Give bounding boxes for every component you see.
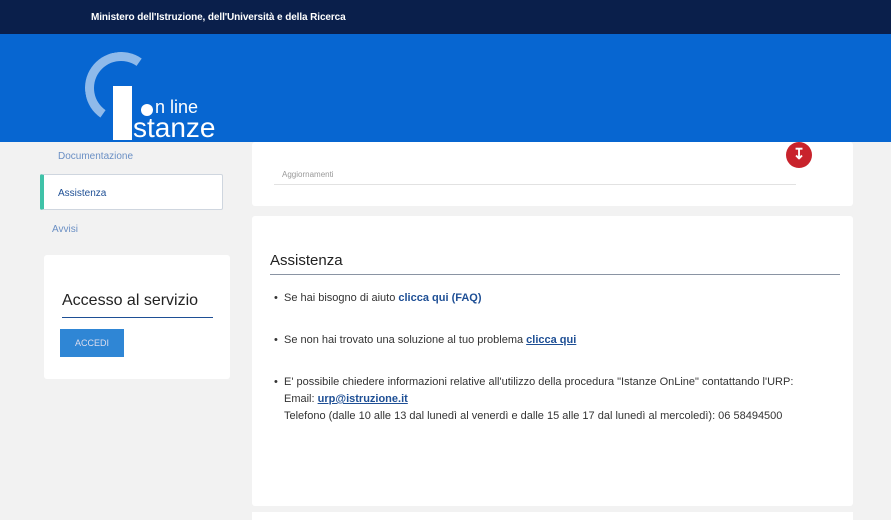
updates-divider [274,184,796,185]
email-row: Email: urp@istruzione.it [284,391,832,408]
bullet-icon: • [274,334,278,346]
sidebar-item-assistenza[interactable]: Assistenza [40,174,223,210]
bullet-icon: • [274,376,278,388]
support-link[interactable]: clicca qui [526,334,576,346]
logo-i-bar [113,86,132,140]
next-card-edge [252,512,853,520]
phone-info: Telefono (dalle 10 alle 13 dal lunedì al… [284,410,783,422]
sidebar-item-avvisi[interactable]: Avvisi [52,224,78,235]
assistenza-divider [270,274,840,275]
updates-card: Aggiornamenti ↧ [252,142,853,206]
list-item: • Se non hai trovato una soluzione al tu… [274,332,576,349]
faq-text: Se hai bisogno di aiuto [284,292,399,304]
assistenza-card: Assistenza • Se hai bisogno di aiuto cli… [252,216,853,506]
faq-link[interactable]: clicca qui (FAQ) [398,292,481,304]
assistenza-title: Assistenza [270,252,343,269]
istanze-online-logo[interactable]: n line stanze [79,46,265,143]
access-divider [62,317,213,318]
sidebar-item-documentazione[interactable]: Documentazione [58,151,133,162]
email-link[interactable]: urp@istruzione.it [318,393,408,405]
support-text: Se non hai trovato una soluzione al tuo … [284,334,527,346]
access-title: Accesso al servizio [62,292,199,309]
urp-info-text: E' possibile chiedere informazioni relat… [284,376,794,388]
ministry-topbar: Ministero dell'Istruzione, dell'Universi… [0,0,891,34]
site-header: n line stanze [0,34,891,142]
email-label: Email: [284,393,318,405]
list-item: • E' possibile chiedere informazioni rel… [274,374,832,425]
bullet-icon: • [274,292,278,304]
logo-text-istanze: stanze [133,112,216,143]
ministry-name: Ministero dell'Istruzione, dell'Universi… [91,12,346,23]
download-icon[interactable]: ↧ [786,142,812,168]
updates-label: Aggiornamenti [282,170,334,179]
access-card: Accesso al servizio ACCEDI [44,255,230,379]
accedi-button[interactable]: ACCEDI [60,329,124,357]
list-item: • Se hai bisogno di aiuto clicca qui (FA… [274,290,482,307]
sidebar-item-label: Assistenza [58,188,107,199]
